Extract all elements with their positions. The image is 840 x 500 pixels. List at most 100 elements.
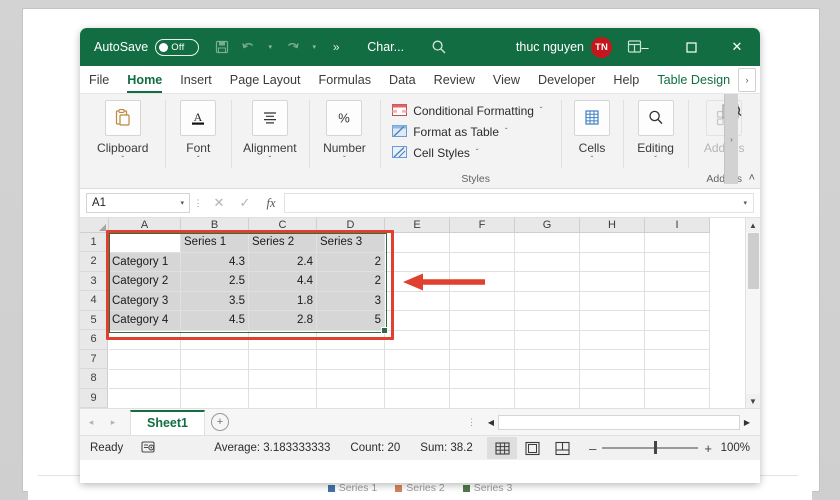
column-header-d[interactable]: D [317,218,385,233]
cell-g5[interactable] [515,311,580,331]
cell-d3[interactable]: 2 [317,272,385,292]
cell-h6[interactable] [580,330,645,350]
cell-i2[interactable] [645,252,710,272]
cell-f6[interactable] [450,330,515,350]
undo-icon[interactable] [235,34,261,60]
cell-g2[interactable] [515,252,580,272]
vertical-scrollbar[interactable]: ▲ ▼ [745,218,760,408]
cells-chevron-down-icon[interactable]: ˇ [591,156,594,164]
sheet-prev-button[interactable]: ◂ [80,417,102,428]
cell-b2[interactable]: 4.3 [181,252,249,272]
zoom-knob[interactable] [654,441,658,455]
cell-d6[interactable] [317,330,385,350]
search-icon[interactable] [426,34,452,60]
font-chevron-down-icon[interactable]: ˇ [197,156,200,164]
cell-styles-caret-icon[interactable]: ˇ [476,148,479,157]
tab-insert[interactable]: Insert [171,68,221,93]
cell-f8[interactable] [450,369,515,389]
cell-g9[interactable] [515,389,580,409]
tab-overflow-button[interactable]: › [738,68,756,92]
select-all-button[interactable] [80,218,109,233]
cell-c1[interactable]: Series 2 [249,233,317,253]
scroll-up-button[interactable]: ▲ [746,218,760,232]
conditional-formatting-caret-icon[interactable]: ˇ [540,106,543,115]
cell-h5[interactable] [580,311,645,331]
cell-f5[interactable] [450,311,515,331]
cell-e8[interactable] [385,369,450,389]
zoom-slider[interactable]: – + [589,441,712,456]
add-sheet-button[interactable]: + [205,413,235,432]
cell-f3[interactable] [450,272,515,292]
ribbon-collapse-icon[interactable]: ˄ [749,172,755,184]
column-header-f[interactable]: F [450,218,515,233]
column-header-b[interactable]: B [181,218,249,233]
cell-g4[interactable] [515,291,580,311]
cell-a9[interactable] [109,389,181,409]
cell-d4[interactable]: 3 [317,291,385,311]
cell-a7[interactable] [109,350,181,370]
cell-h8[interactable] [580,369,645,389]
tab-home[interactable]: Home [118,68,171,93]
tab-table-design[interactable]: Table Design [648,68,739,93]
cell-e7[interactable] [385,350,450,370]
row-header[interactable]: 2 [80,252,108,272]
tab-review[interactable]: Review [425,68,484,93]
cell-g7[interactable] [515,350,580,370]
cell-i7[interactable] [645,350,710,370]
row-header[interactable]: 9 [80,388,108,408]
cell-a6[interactable] [109,330,181,350]
cell-e6[interactable] [385,330,450,350]
autosave-toggle[interactable]: AutoSave Off [94,38,200,56]
cell-c7[interactable] [249,350,317,370]
clipboard-chevron-down-icon[interactable]: ˇ [121,156,124,164]
horizontal-scrollbar[interactable]: ◀ ▶ [484,414,754,430]
qat-overflow-icon[interactable]: » [323,34,349,60]
hscroll-right-button[interactable]: ▶ [740,415,754,429]
hscroll-left-button[interactable]: ◀ [484,415,498,429]
user-account[interactable]: thuc nguyen TN [516,28,612,66]
resize-handle-icon[interactable]: ⋮ [467,417,476,428]
cell-f9[interactable] [450,389,515,409]
scroll-down-button[interactable]: ▼ [746,394,760,408]
page-layout-view-button[interactable] [517,437,547,459]
cell-g6[interactable] [515,330,580,350]
vertical-scroll-thumb[interactable] [747,233,759,289]
cell-b4[interactable]: 3.5 [181,291,249,311]
autosave-switch[interactable]: Off [155,38,200,56]
cell-f2[interactable] [450,252,515,272]
macro-record-icon[interactable] [141,440,156,457]
cell-f1[interactable] [450,233,515,253]
cell-e4[interactable] [385,291,450,311]
cell-b1[interactable]: Series 1 [181,233,249,253]
cell-a3[interactable]: Category 2 [109,272,181,292]
cell-g3[interactable] [515,272,580,292]
cell-h7[interactable] [580,350,645,370]
tab-data[interactable]: Data [380,68,425,93]
tab-help[interactable]: Help [604,68,648,93]
maximize-button[interactable] [668,28,714,66]
redo-icon[interactable] [279,34,305,60]
name-box-chevron-down-icon[interactable]: ▾ [180,199,184,207]
tab-view[interactable]: View [484,68,529,93]
cell-a4[interactable]: Category 3 [109,291,181,311]
avatar[interactable]: TN [591,36,612,58]
confirm-entry-button[interactable]: ✓ [232,195,258,211]
row-header[interactable]: 1 [80,232,108,252]
cell-c9[interactable] [249,389,317,409]
cell-c3[interactable]: 4.4 [249,272,317,292]
editing-button[interactable]: Editing ˇ [624,100,688,164]
cell-c4[interactable]: 1.8 [249,291,317,311]
document-title[interactable]: Char... [367,40,404,54]
alignment-chevron-down-icon[interactable]: ˇ [269,156,272,164]
cell-c2[interactable]: 2.4 [249,252,317,272]
cells-button[interactable]: Cells ˇ [562,100,622,164]
column-header-g[interactable]: G [515,218,580,233]
normal-view-button[interactable] [487,437,518,459]
cell-i8[interactable] [645,369,710,389]
minimize-button[interactable]: – [622,28,668,66]
zoom-track[interactable] [602,441,699,455]
cell-e5[interactable] [385,311,450,331]
cell-b6[interactable] [181,330,249,350]
cell-e2[interactable] [385,252,450,272]
cell-a5[interactable]: Category 4 [109,311,181,331]
